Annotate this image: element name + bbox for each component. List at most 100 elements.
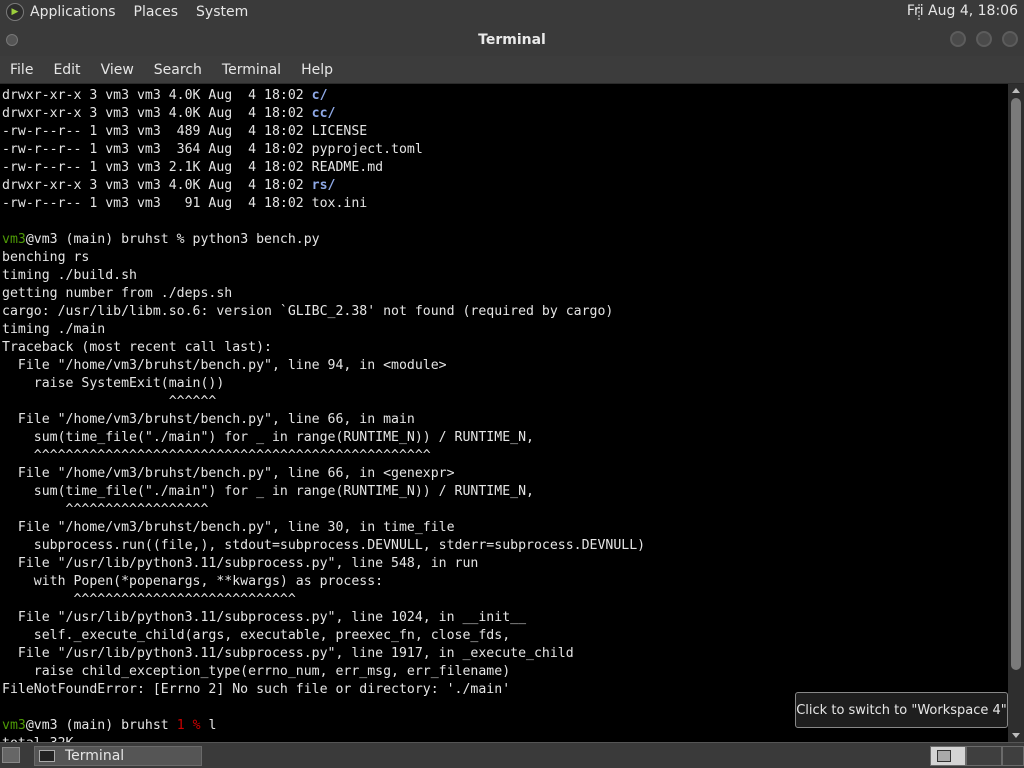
line-text: File "/usr/lib/python3.11/subprocess.py"… [2, 610, 527, 625]
line-text: File "/home/vm3/bruhst/bench.py", line 9… [2, 358, 447, 373]
taskbar-item-label: Terminal [65, 748, 125, 764]
menu-file[interactable]: File [0, 62, 43, 78]
terminal-line: -rw-r--r-- 1 vm3 vm3 489 Aug 4 18:02 LIC… [2, 123, 1008, 141]
workspace-3[interactable] [1002, 746, 1024, 766]
line-text: cargo: /usr/lib/libm.so.6: version `GLIB… [2, 304, 614, 319]
line-text: sum(time_file("./main") for _ in range(R… [2, 484, 534, 499]
terminal-line: -rw-r--r-- 1 vm3 vm3 364 Aug 4 18:02 pyp… [2, 141, 1008, 159]
directory-name: c/ [311, 88, 328, 103]
line-text: @vm3 (main) bruhst [25, 718, 177, 733]
terminal-line: sum(time_file("./main") for _ in range(R… [2, 483, 1008, 501]
minimize-button[interactable] [950, 31, 966, 47]
line-text: drwxr-xr-x 3 vm3 vm3 4.0K Aug 4 18:02 [2, 106, 312, 121]
line-text: raise child_exception_type(errno_num, er… [2, 664, 511, 679]
scrollbar-thumb[interactable] [1011, 98, 1021, 670]
line-text: self._execute_child(args, executable, pr… [2, 628, 511, 643]
workspace-tooltip: Click to switch to "Workspace 4" [795, 692, 1008, 728]
workspace-window-thumb [937, 750, 951, 762]
menu-terminal[interactable]: Terminal [212, 62, 291, 78]
menu-view[interactable]: View [91, 62, 144, 78]
terminal-line: -rw-r--r-- 1 vm3 vm3 91 Aug 4 18:02 tox.… [2, 195, 1008, 213]
menu-search[interactable]: Search [144, 62, 212, 78]
terminal-line: self._execute_child(args, executable, pr… [2, 627, 1008, 645]
terminal-line: raise SystemExit(main()) [2, 375, 1008, 393]
terminal-line: drwxr-xr-x 3 vm3 vm3 4.0K Aug 4 18:02 c/ [2, 87, 1008, 105]
line-text: with Popen(*popenargs, **kwargs) as proc… [2, 574, 384, 589]
terminal-line: with Popen(*popenargs, **kwargs) as proc… [2, 573, 1008, 591]
scroll-down-icon[interactable] [1012, 733, 1020, 738]
menu-edit[interactable]: Edit [43, 62, 90, 78]
terminal-line: timing ./main [2, 321, 1008, 339]
line-text: timing ./main [2, 322, 106, 337]
terminal-line: cargo: /usr/lib/libm.so.6: version `GLIB… [2, 303, 1008, 321]
line-text: ^^^^^^^^^^^^^^^^^^^^^^^^^^^^ [2, 592, 296, 607]
terminal-line: File "/home/vm3/bruhst/bench.py", line 6… [2, 465, 1008, 483]
line-text: FileNotFoundError: [Errno 2] No such fil… [2, 682, 511, 697]
terminal-line: -rw-r--r-- 1 vm3 vm3 2.1K Aug 4 18:02 RE… [2, 159, 1008, 177]
close-button[interactable] [1002, 31, 1018, 47]
line-text: File "/home/vm3/bruhst/bench.py", line 6… [2, 466, 455, 481]
window-title: Terminal [478, 32, 546, 48]
applications-logo-icon[interactable]: ▶ [6, 3, 24, 21]
line-text: Traceback (most recent call last): [2, 340, 272, 355]
show-desktop-icon[interactable] [2, 747, 20, 763]
terminal-line: ^^^^^^^^^^^^^^^^^^^^^^^^^^^^ [2, 591, 1008, 609]
terminal-line: File "/home/vm3/bruhst/bench.py", line 9… [2, 357, 1008, 375]
top-panel: ▶ Applications Places System Fri Aug 4, … [0, 0, 1024, 24]
line-text: -rw-r--r-- 1 vm3 vm3 364 Aug 4 18:02 pyp… [2, 142, 423, 157]
line-text: raise SystemExit(main()) [2, 376, 225, 391]
terminal-line: drwxr-xr-x 3 vm3 vm3 4.0K Aug 4 18:02 cc… [2, 105, 1008, 123]
line-text: subprocess.run((file,), stdout=subproces… [2, 538, 646, 553]
taskbar-item-terminal[interactable]: Terminal [34, 746, 202, 766]
terminal-line: File "/usr/lib/python3.11/subprocess.py"… [2, 609, 1008, 627]
terminal-icon [39, 750, 55, 762]
maximize-button[interactable] [976, 31, 992, 47]
clock[interactable]: Fri Aug 4, 18:06 [907, 3, 1018, 19]
line-text: timing ./build.sh [2, 268, 137, 283]
terminal-line: ^^^^^^ [2, 393, 1008, 411]
line-text: benching rs [2, 250, 90, 265]
terminal-line: benching rs [2, 249, 1008, 267]
bottom-panel: Terminal [0, 742, 1024, 768]
terminal-line: sum(time_file("./main") for _ in range(R… [2, 429, 1008, 447]
system-menu[interactable]: System [196, 4, 248, 20]
terminal-line: drwxr-xr-x 3 vm3 vm3 4.0K Aug 4 18:02 rs… [2, 177, 1008, 195]
terminal-line: raise child_exception_type(errno_num, er… [2, 663, 1008, 681]
window-titlebar[interactable]: Terminal [0, 24, 1024, 56]
line-text: File "/usr/lib/python3.11/subprocess.py"… [2, 646, 574, 661]
terminal-line: File "/usr/lib/python3.11/subprocess.py"… [2, 645, 1008, 663]
line-text: -rw-r--r-- 1 vm3 vm3 489 Aug 4 18:02 LIC… [2, 124, 368, 139]
line-text: -rw-r--r-- 1 vm3 vm3 91 Aug 4 18:02 tox.… [2, 196, 368, 211]
exit-status: 1 % [176, 718, 201, 733]
line-text: ^^^^^^^^^^^^^^^^^^^^^^^^^^^^^^^^^^^^^^^^… [2, 448, 431, 463]
command-input: l [200, 718, 217, 733]
menubar: File Edit View Search Terminal Help [0, 56, 1024, 84]
terminal-output[interactable]: drwxr-xr-x 3 vm3 vm3 4.0K Aug 4 18:02 c/… [0, 84, 1008, 742]
prompt-user: vm3 [2, 232, 26, 247]
workspace-1[interactable] [930, 746, 966, 766]
terminal-line: Traceback (most recent call last): [2, 339, 1008, 357]
terminal-scrollbar[interactable] [1008, 84, 1024, 742]
line-text: File "/usr/lib/python3.11/subprocess.py"… [2, 556, 479, 571]
workspace-2[interactable] [966, 746, 1002, 766]
terminal-line: ^^^^^^^^^^^^^^^^^^ [2, 501, 1008, 519]
terminal-line: File "/usr/lib/python3.11/subprocess.py"… [2, 555, 1008, 573]
places-menu[interactable]: Places [134, 4, 179, 20]
line-text: getting number from ./deps.sh [2, 286, 233, 301]
terminal-line: getting number from ./deps.sh [2, 285, 1008, 303]
terminal-line: timing ./build.sh [2, 267, 1008, 285]
terminal-line: File "/home/vm3/bruhst/bench.py", line 6… [2, 411, 1008, 429]
terminal-text: drwxr-xr-x 3 vm3 vm3 4.0K Aug 4 18:02 c/… [0, 84, 1008, 742]
terminal-line: vm3@vm3 (main) bruhst % python3 bench.py [2, 231, 1008, 249]
prompt-user: vm3 [2, 718, 26, 733]
applications-menu[interactable]: Applications [30, 4, 116, 20]
menu-help[interactable]: Help [291, 62, 343, 78]
line-text: @vm3 (main) bruhst % python3 bench.py [25, 232, 320, 247]
line-text: File "/home/vm3/bruhst/bench.py", line 6… [2, 412, 415, 427]
line-text: -rw-r--r-- 1 vm3 vm3 2.1K Aug 4 18:02 RE… [2, 160, 384, 175]
scroll-up-icon[interactable] [1012, 88, 1020, 93]
line-text: drwxr-xr-x 3 vm3 vm3 4.0K Aug 4 18:02 [2, 178, 312, 193]
line-text: File "/home/vm3/bruhst/bench.py", line 3… [2, 520, 455, 535]
terminal-line: ^^^^^^^^^^^^^^^^^^^^^^^^^^^^^^^^^^^^^^^^… [2, 447, 1008, 465]
